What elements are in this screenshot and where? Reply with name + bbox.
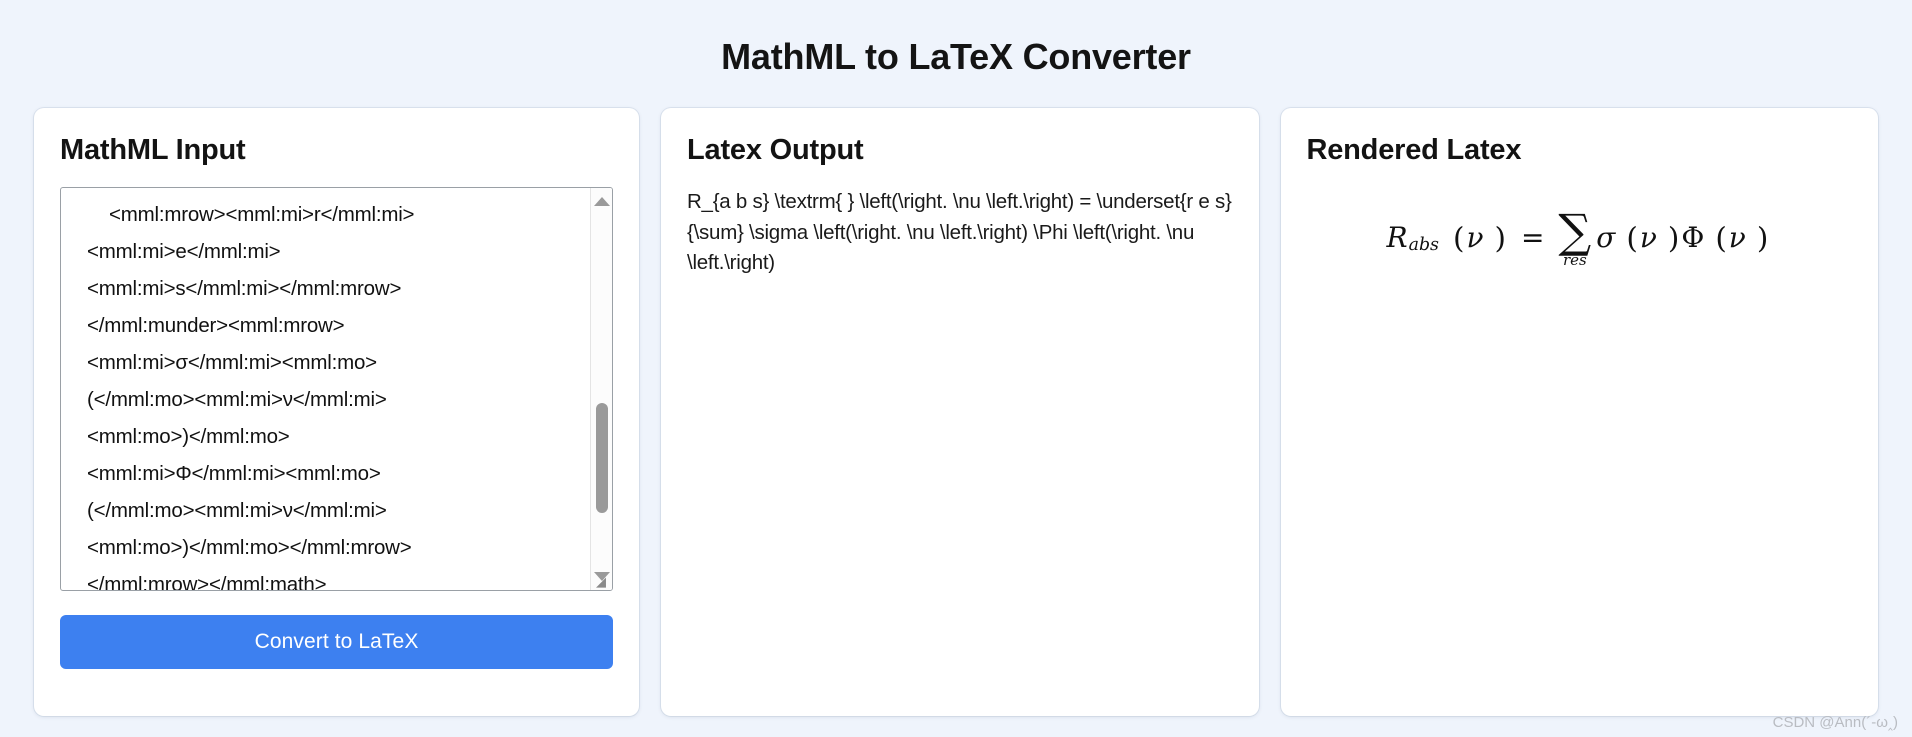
formula-variable-1: ν <box>1466 221 1484 254</box>
sum-underscript: res <box>1562 251 1587 269</box>
rendered-latex-panel: Rendered Latex Rabs ( ν ) = ∑ res σ (ν … <box>1280 108 1878 716</box>
mathml-input-textarea[interactable]: <mml:mrow><mml:mi>r</mml:mi> <mml:mi>e</… <box>60 187 613 591</box>
formula-open-paren-2: ( <box>1626 220 1638 255</box>
app-root: MathML to LaTeX Converter MathML Input <… <box>0 0 1912 737</box>
formula-base-subscript: abs <box>1408 234 1439 255</box>
resize-grip-icon[interactable]: ◢ <box>596 575 610 589</box>
mathml-input-value[interactable]: <mml:mrow><mml:mi>r</mml:mi> <mml:mi>e</… <box>61 188 591 590</box>
formula-expression: Rabs ( ν ) = ∑ res σ ( ν) Φ (ν) <box>1386 204 1771 269</box>
csdn-watermark: CSDN @Ann(´-ω‸) <box>1772 714 1898 731</box>
formula-open-paren-1: ( <box>1452 220 1465 255</box>
latex-output-panel: Latex Output R_{a b s} \textrm{ } \left(… <box>661 108 1259 716</box>
scroll-up-arrow-icon[interactable] <box>594 197 610 206</box>
formula-base-symbol: R <box>1386 221 1408 254</box>
formula-phi: Φ <box>1681 221 1705 254</box>
latex-output-title: Latex Output <box>687 134 864 166</box>
rendered-latex-title: Rendered Latex <box>1306 134 1522 166</box>
formula-close-paren-2: ) <box>1667 220 1680 255</box>
formula-open-paren-3: ( <box>1715 220 1727 255</box>
page-title: MathML to LaTeX Converter <box>721 36 1191 77</box>
formula-close-paren-1: ) <box>1494 220 1506 255</box>
panels-container: MathML Input <mml:mrow><mml:mi>r</mml:mi… <box>0 78 1912 716</box>
convert-to-latex-button[interactable]: Convert to LaTeX <box>60 615 613 669</box>
scrollbar-thumb[interactable] <box>596 403 608 513</box>
formula-variable-3: ν <box>1728 221 1746 254</box>
textarea-scrollbar[interactable] <box>590 188 612 590</box>
mathml-input-panel: MathML Input <mml:mrow><mml:mi>r</mml:mi… <box>34 108 639 716</box>
mathml-input-title: MathML Input <box>60 134 246 166</box>
latex-output-text: R_{a b s} \textrm{ } \left(\right. \nu \… <box>687 190 1232 274</box>
sum-symbol-icon: ∑ <box>1558 204 1592 258</box>
formula-equals: = <box>1520 221 1545 254</box>
rendered-formula: Rabs ( ν ) = ∑ res σ ( ν) Φ (ν) <box>1307 187 1853 269</box>
formula-sigma: σ <box>1596 221 1616 254</box>
formula-close-paren-3: ) <box>1756 220 1769 255</box>
formula-summation: ∑ res <box>1558 204 1592 269</box>
formula-variable-2: ν <box>1639 221 1657 254</box>
